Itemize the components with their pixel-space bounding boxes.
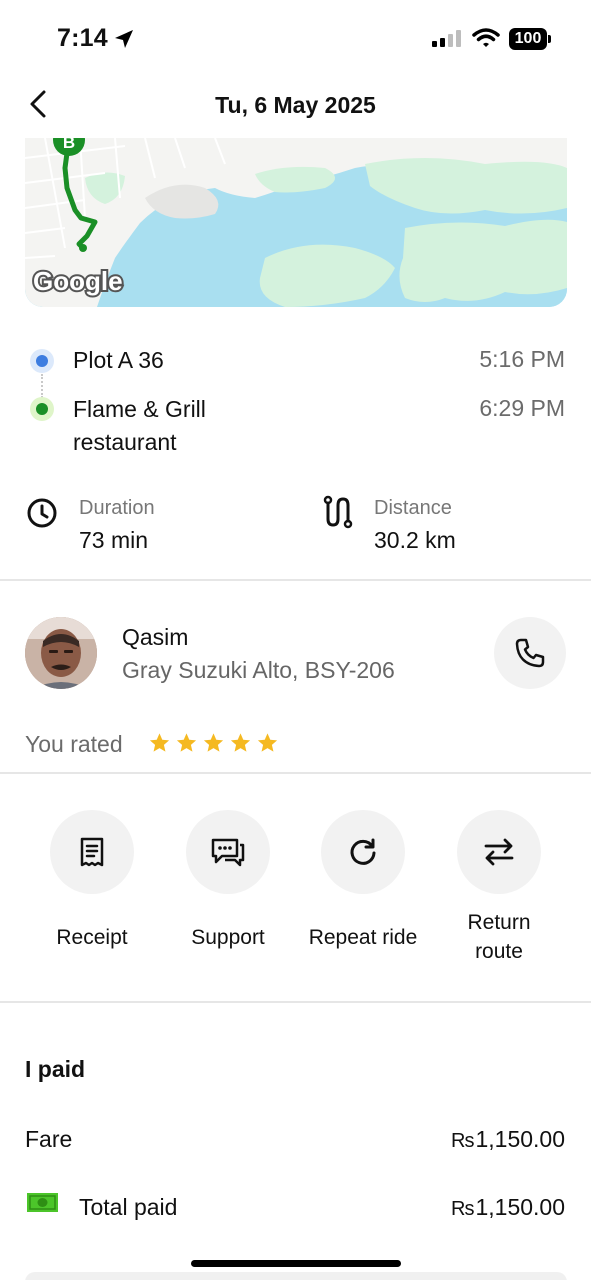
rating-stars: [148, 731, 279, 755]
pickup-time: 5:16 PM: [479, 346, 565, 372]
dropoff-name-line2: restaurant: [73, 429, 177, 455]
header: Tu, 6 May 2025: [0, 78, 591, 136]
distance-value: 30.2 km: [374, 527, 456, 553]
total-paid-label: Total paid: [79, 1194, 178, 1220]
call-driver-button[interactable]: [494, 617, 566, 689]
return-route-label-line2: route: [475, 940, 523, 963]
cellular-signal-icon: [432, 30, 461, 47]
divider: [0, 579, 591, 581]
return-route-label-line1: Return: [467, 911, 531, 934]
duration-label: Duration: [79, 497, 155, 519]
you-rated-label: You rated: [25, 731, 123, 757]
battery-tip: [548, 35, 551, 43]
receipt-icon: [80, 837, 104, 867]
route-map[interactable]: B Google: [25, 138, 567, 307]
route-icon: [323, 495, 353, 529]
location-arrow-icon: [115, 30, 133, 48]
home-indicator: [191, 1260, 401, 1267]
wifi-icon: [472, 28, 500, 47]
star-icon: [176, 733, 197, 752]
divider: [0, 772, 591, 774]
fare-amount: Rs1,150.00: [451, 1126, 565, 1152]
route-connector: [41, 374, 43, 398]
repeat-ride-label: Repeat ride: [308, 926, 418, 949]
refresh-icon: [350, 838, 376, 865]
divider: [0, 1001, 591, 1003]
dropoff-name-line1: Flame & Grill: [73, 396, 206, 422]
driver-name: Qasim: [122, 624, 189, 650]
distance-label: Distance: [374, 497, 452, 519]
clock-icon: [27, 498, 57, 528]
pickup-name: Plot A 36: [73, 347, 164, 373]
receipt-button[interactable]: [50, 810, 134, 894]
duration-value: 73 min: [79, 527, 149, 553]
google-attribution: Google: [33, 266, 123, 296]
battery-indicator: 100: [509, 28, 547, 50]
currency-symbol: Rs: [451, 1130, 474, 1152]
chat-icon: [211, 838, 245, 867]
dropoff-time: 6:29 PM: [479, 395, 565, 421]
pickup-dot: [30, 349, 54, 373]
cash-icon: [27, 1193, 58, 1212]
phone-icon: [515, 638, 545, 668]
status-bar: 7:14 100: [0, 0, 591, 78]
driver-avatar: [25, 617, 97, 689]
bottom-card: [25, 1272, 567, 1280]
star-icon: [149, 733, 170, 752]
star-icon: [203, 733, 224, 752]
dropoff-dot: [30, 397, 54, 421]
payment-title: I paid: [25, 1056, 86, 1082]
return-route-button[interactable]: [457, 810, 541, 894]
map-canvas: B Google: [25, 138, 567, 307]
marker-label: B: [63, 138, 75, 152]
swap-icon: [484, 838, 514, 866]
total-paid-amount: Rs1,150.00: [451, 1194, 565, 1220]
support-button[interactable]: [186, 810, 270, 894]
page-title: Tu, 6 May 2025: [215, 92, 376, 118]
fare-label: Fare: [25, 1126, 73, 1152]
currency-symbol: Rs: [451, 1198, 474, 1220]
status-time: 7:14: [57, 24, 108, 52]
driver-car: Gray Suzuki Alto, BSY-206: [122, 657, 395, 683]
repeat-ride-button[interactable]: [321, 810, 405, 894]
support-label: Support: [191, 926, 265, 949]
receipt-label: Receipt: [56, 926, 128, 949]
star-icon: [257, 733, 278, 752]
star-icon: [230, 733, 251, 752]
